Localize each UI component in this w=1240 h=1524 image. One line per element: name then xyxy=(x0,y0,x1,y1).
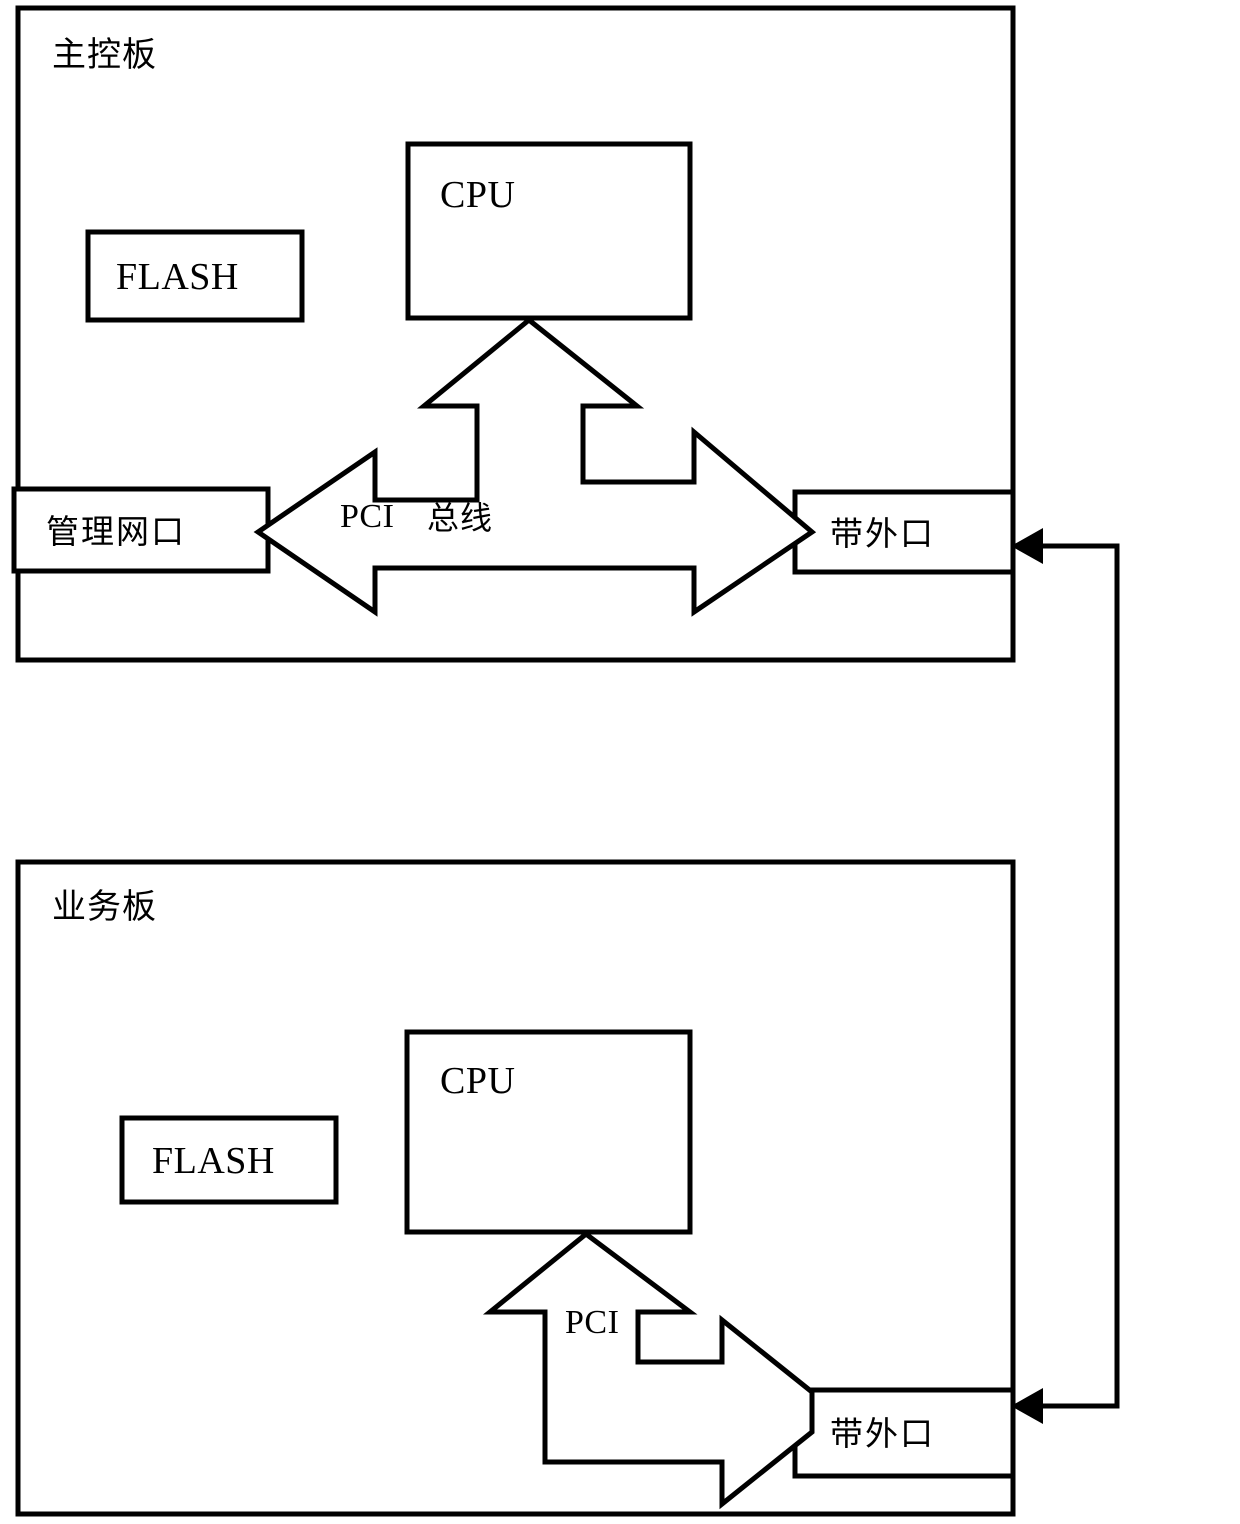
diagram-canvas: 主控板 FLASH CPU 管理网口 带外口 PCI 总线 业务板 FLASH … xyxy=(0,0,1240,1524)
oob-interconnect-line xyxy=(1029,543,1120,1409)
panel-title-service-board: 业务板 xyxy=(52,887,157,927)
panel-title-main-control-board: 主控板 xyxy=(52,35,157,75)
label-oob-port-bottom: 带外口 xyxy=(830,1414,935,1453)
label-pci-bus-top-latin: PCI xyxy=(340,498,395,535)
label-oob-port-top: 带外口 xyxy=(830,514,935,553)
interconnect-arrowhead-top xyxy=(1011,528,1043,564)
pci-arrow-bottom xyxy=(482,1230,815,1510)
box-cpu-top xyxy=(405,141,693,321)
label-flash-top: FLASH xyxy=(116,256,239,298)
label-cpu-top: CPU xyxy=(440,174,516,216)
label-flash-bottom: FLASH xyxy=(152,1140,275,1182)
diagram-svg xyxy=(11,5,1120,1517)
label-pci-bus-top-cjk: 总线 xyxy=(427,499,494,537)
label-cpu-bottom: CPU xyxy=(440,1060,516,1102)
label-pci-bottom: PCI xyxy=(565,1304,620,1341)
interconnect-arrowhead-bottom xyxy=(1011,1388,1043,1424)
pci-bus-arrow-top xyxy=(253,316,817,617)
label-mgmt-port: 管理网口 xyxy=(46,512,186,551)
